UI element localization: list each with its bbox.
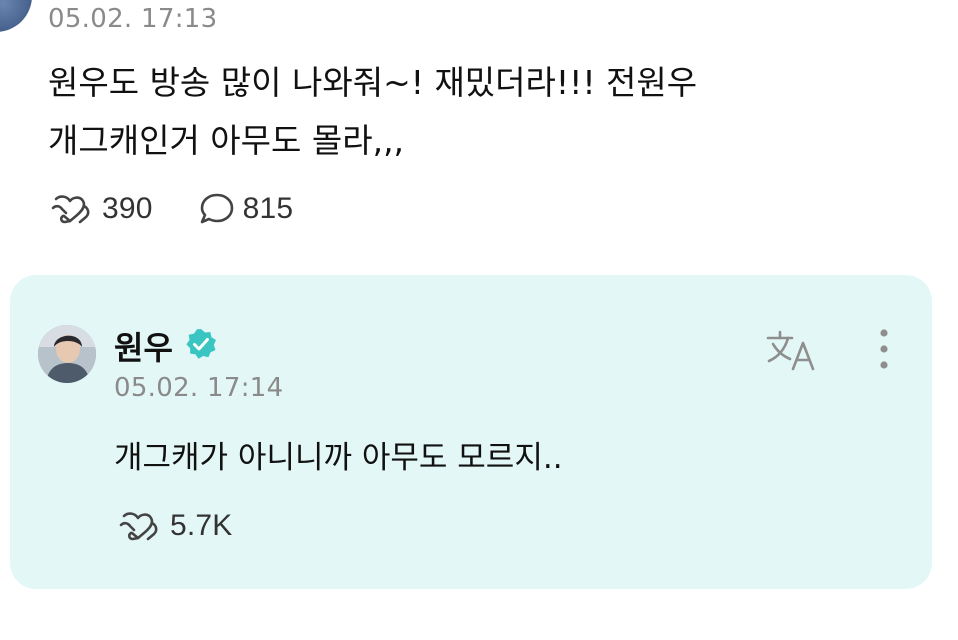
fan-post-line-2: 개그캐인거 아무도 몰라,,,: [48, 121, 405, 160]
reply-timestamp: 05.02. 17:14: [114, 373, 284, 403]
reply-like-button[interactable]: 5.7K: [118, 509, 233, 543]
fan-post-line-1: 원우도 방송 많이 나와줘~! 재밌더라!!! 전원우: [48, 63, 698, 102]
artist-name[interactable]: 원우: [114, 323, 173, 369]
fan-post-stats: 390 815: [50, 192, 339, 226]
heart-hands-outline-icon: [119, 512, 158, 541]
comment-thread: 05.02. 17:13 원우도 방송 많이 나와줘~! 재밌더라!!! 전원우…: [0, 0, 958, 640]
speech-bubble-icon: [200, 193, 233, 224]
heart-hands-outline-icon: [51, 195, 90, 224]
artist-reply-card: 원우 05.02. 17:14 개그캐가 아니니까 아무도 모르지.. 5.7K: [10, 275, 932, 589]
fan-avatar[interactable]: [0, 0, 32, 32]
fan-like-count: 390: [102, 192, 153, 225]
fan-like-button[interactable]: 390: [50, 192, 153, 226]
fan-comment-count: 815: [242, 192, 294, 225]
fan-post-timestamp: 05.02. 17:13: [48, 4, 218, 34]
reply-like-count: 5.7K: [170, 509, 233, 542]
reply-stats: 5.7K: [118, 509, 279, 543]
artist-avatar[interactable]: [38, 325, 96, 383]
fan-comment-button[interactable]: 815: [199, 192, 294, 226]
verified-badge-icon: [186, 329, 216, 359]
fan-post-text: 원우도 방송 많이 나와줘~! 재밌더라!!! 전원우 개그캐인거 아무도 몰라…: [48, 54, 908, 170]
translate-icon[interactable]: [765, 329, 819, 373]
reply-text: 개그캐가 아니니까 아무도 모르지..: [114, 440, 563, 476]
more-vertical-icon[interactable]: [876, 327, 892, 371]
